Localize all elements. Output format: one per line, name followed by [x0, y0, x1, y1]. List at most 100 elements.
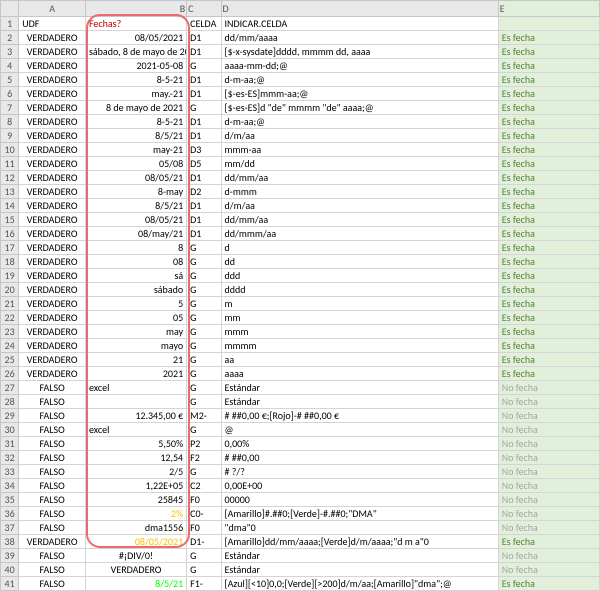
cell-udf[interactable]: VERDADERO [19, 297, 86, 311]
cell-value[interactable]: 08/05/2021 [85, 31, 186, 45]
cell-format[interactable]: d-mmm [221, 185, 498, 199]
cell-format[interactable]: d/m/aa [221, 129, 498, 143]
row-num[interactable]: 28 [1, 395, 19, 409]
cell-celda[interactable]: F0 [187, 493, 221, 507]
cell-celda[interactable]: D1 [187, 129, 221, 143]
cell-celda[interactable]: G [187, 325, 221, 339]
cell-celda[interactable]: D1 [187, 87, 221, 101]
row-num[interactable]: 16 [1, 227, 19, 241]
cell-celda[interactable]: G [187, 353, 221, 367]
cell-value[interactable]: 08/may/21 [85, 227, 186, 241]
cell-result[interactable]: Es fecha [498, 87, 599, 101]
cell-result[interactable]: No fecha [498, 479, 599, 493]
cell-celda[interactable]: D1 [187, 115, 221, 129]
cell-udf[interactable]: VERDADERO [19, 171, 86, 185]
cell-udf[interactable]: VERDADERO [19, 339, 86, 353]
col-header-d[interactable]: D [221, 1, 498, 17]
row-num[interactable]: 34 [1, 479, 19, 493]
cell-value[interactable]: 12,54 [85, 451, 186, 465]
cell-udf[interactable]: VERDADERO [19, 535, 86, 549]
cell-celda[interactable]: G [187, 59, 221, 73]
cell-udf[interactable]: VERDADERO [19, 185, 86, 199]
cell-value[interactable]: 08/05/2021 [85, 535, 186, 549]
cell-format[interactable]: aa [221, 353, 498, 367]
cell-result[interactable]: Es fecha [498, 129, 599, 143]
cell-format[interactable]: Estándar [221, 381, 498, 395]
cell-result[interactable]: Es fecha [498, 367, 599, 381]
row-num[interactable]: 22 [1, 311, 19, 325]
cell-udf[interactable]: VERDADERO [19, 353, 86, 367]
cell-result[interactable]: Es fecha [498, 185, 599, 199]
cell-udf[interactable]: VERDADERO [19, 255, 86, 269]
cell-celda[interactable]: D2 [187, 185, 221, 199]
row-num[interactable]: 35 [1, 493, 19, 507]
cell-value[interactable]: 5 [85, 297, 186, 311]
cell-value[interactable]: 12.345,00 € [85, 409, 186, 423]
cell-result[interactable]: Es fecha [498, 199, 599, 213]
cell-celda[interactable]: F0 [187, 521, 221, 535]
cell-udf[interactable]: FALSO [19, 493, 86, 507]
cell-value[interactable]: 8-may [85, 185, 186, 199]
cell-value[interactable]: 8-5-21 [85, 115, 186, 129]
cell-value[interactable]: 1,22E+05 [85, 479, 186, 493]
cell-udf[interactable]: VERDADERO [19, 31, 86, 45]
cell-format[interactable]: aaaa-mm-dd;@ [221, 59, 498, 73]
cell-udf[interactable]: FALSO [19, 451, 86, 465]
cell-format[interactable]: [$-es-ES]d "de" mmmm "de" aaaa;@ [221, 101, 498, 115]
cell-value[interactable]: 21 [85, 353, 186, 367]
cell-celda[interactable]: G [187, 381, 221, 395]
cell-value[interactable]: 8/5/21 [85, 129, 186, 143]
row-num[interactable]: 37 [1, 521, 19, 535]
header-indicar[interactable]: INDICAR.CELDA [221, 17, 498, 31]
row-num[interactable]: 17 [1, 241, 19, 255]
cell-result[interactable]: Es fecha [498, 227, 599, 241]
cell-celda[interactable]: D1 [187, 31, 221, 45]
cell-udf[interactable]: VERDADERO [19, 213, 86, 227]
cell-celda[interactable]: G [187, 367, 221, 381]
row-num[interactable]: 5 [1, 73, 19, 87]
cell-value[interactable]: excel [85, 423, 186, 437]
row-num[interactable]: 31 [1, 437, 19, 451]
cell-result[interactable]: No fecha [498, 465, 599, 479]
row-num[interactable]: 33 [1, 465, 19, 479]
cell-result[interactable]: Es fecha [498, 283, 599, 297]
cell-udf[interactable]: VERDADERO [19, 283, 86, 297]
row-num[interactable]: 12 [1, 171, 19, 185]
cell-format[interactable]: [Amarillo]dd/mm/aaaa;[Verde]d/m/aaaa;"d … [221, 535, 498, 549]
row-num[interactable]: 10 [1, 143, 19, 157]
cell-format[interactable]: d-m-aa;@ [221, 73, 498, 87]
cell-udf[interactable]: VERDADERO [19, 87, 86, 101]
cell-value[interactable]: 05/08 [85, 157, 186, 171]
cell-format[interactable]: dd/mm/aaaa [221, 31, 498, 45]
cell-udf[interactable]: VERDADERO [19, 101, 86, 115]
cell-celda[interactable]: D1 [187, 213, 221, 227]
cell-value[interactable]: 25845 [85, 493, 186, 507]
cell-celda[interactable]: G [187, 311, 221, 325]
cell-value[interactable]: 2021 [85, 367, 186, 381]
cell-celda[interactable]: G [187, 563, 221, 577]
cell-value[interactable]: dma1556 [85, 521, 186, 535]
row-num[interactable]: 15 [1, 213, 19, 227]
col-header-b[interactable]: B [85, 1, 186, 17]
cell-udf[interactable]: VERDADERO [19, 73, 86, 87]
row-num[interactable]: 40 [1, 563, 19, 577]
cell-value[interactable]: 5,50% [85, 437, 186, 451]
cell-result[interactable]: Es fecha [498, 353, 599, 367]
cell-value[interactable]: sá [85, 269, 186, 283]
cell-format[interactable]: mmmm [221, 339, 498, 353]
cell-value[interactable]: 8 de mayo de 2021 [85, 101, 186, 115]
cell-format[interactable]: d/m/aa [221, 199, 498, 213]
cell-udf[interactable]: VERDADERO [19, 199, 86, 213]
cell-celda[interactable]: G [187, 395, 221, 409]
cell-result[interactable]: Es fecha [498, 143, 599, 157]
cell-value[interactable]: 08/05/21 [85, 213, 186, 227]
cell-result[interactable]: Es fecha [498, 59, 599, 73]
cell-result[interactable]: Es fecha [498, 577, 599, 591]
cell-format[interactable]: dd/mm/aa [221, 171, 498, 185]
cell-udf[interactable]: FALSO [19, 395, 86, 409]
cell-result[interactable]: Es fecha [498, 255, 599, 269]
cell-result[interactable]: Es fecha [498, 311, 599, 325]
cell-format[interactable]: dd/mmm/aa [221, 227, 498, 241]
cell-result[interactable]: No fecha [498, 451, 599, 465]
cell-celda[interactable]: G [187, 255, 221, 269]
